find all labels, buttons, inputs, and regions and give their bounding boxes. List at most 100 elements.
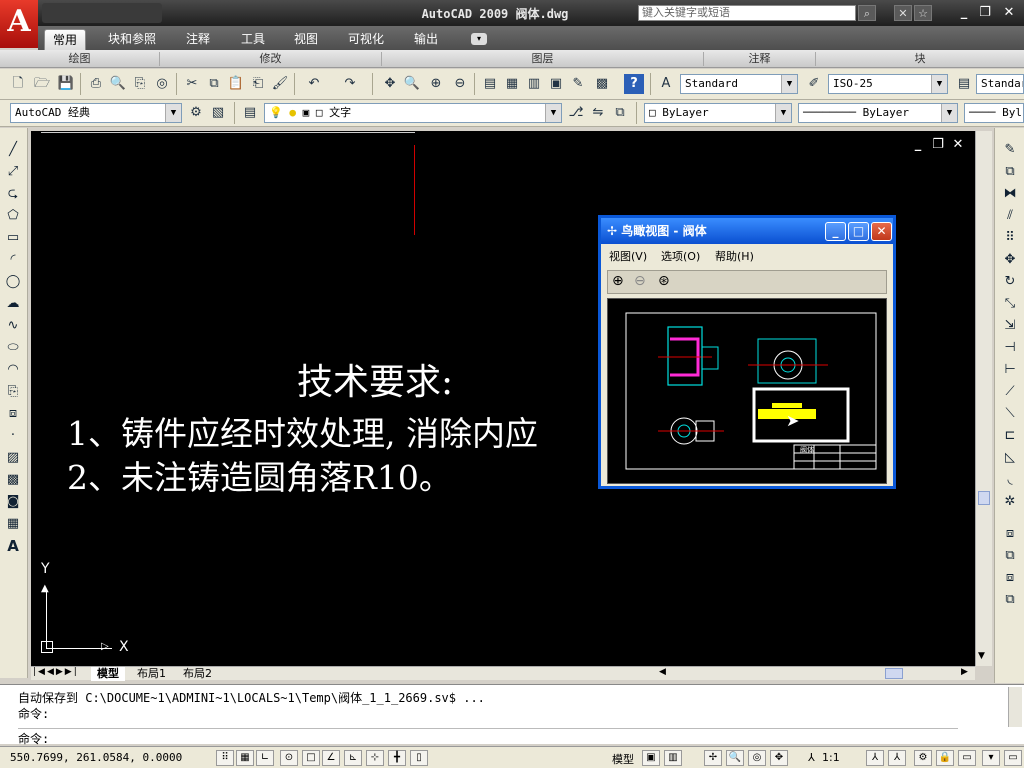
table-style-icon[interactable]: ▤ [954, 74, 974, 94]
fullscreen-icon[interactable]: ▭ [1004, 750, 1022, 766]
pan-icon[interactable]: ✥ [770, 750, 788, 766]
multiline-text-icon[interactable]: A [3, 536, 23, 556]
scroll-down-icon[interactable]: ▼ [978, 651, 985, 661]
offset-icon[interactable]: ⫽ [1000, 206, 1020, 226]
horizontal-scrollbar[interactable]: ◀ ▶ [655, 666, 975, 680]
steering-wheel-icon[interactable]: ✢ [704, 750, 722, 766]
zoom-realtime-icon[interactable]: 🔍 [402, 74, 422, 94]
panel-layers[interactable]: 图层 [382, 52, 704, 66]
scale-icon[interactable]: ⤡ [1000, 294, 1020, 314]
tab-layout1[interactable]: 布局1 [131, 667, 172, 681]
point-icon[interactable]: · [3, 426, 23, 446]
panel-annotation[interactable]: 注释 [704, 52, 816, 66]
color-select[interactable]: □ ByLayer ▼ [644, 103, 792, 123]
properties-icon[interactable]: ▤ [480, 74, 500, 94]
snap-mode-icon[interactable]: ⠿ [216, 750, 234, 766]
explode-icon[interactable]: ✲ [1000, 492, 1020, 512]
annotation-scale[interactable]: 1:1 [822, 751, 840, 764]
requirement-line-1[interactable]: 1、铸件应经时效处理, 消除内应 [67, 407, 538, 455]
markup-icon[interactable]: ✎ [568, 74, 588, 94]
tab-blocks-references[interactable]: 块和参照 [100, 29, 164, 50]
make-layer-current-icon[interactable]: ⎇ [566, 103, 586, 123]
send-to-back-icon[interactable]: ⧈ [1000, 568, 1020, 588]
move-icon[interactable]: ✥ [1000, 250, 1020, 270]
restore-button[interactable]: ❐ [976, 5, 994, 21]
copy-icon[interactable]: ⧉ [204, 74, 224, 94]
quick-access-toolbar[interactable] [42, 3, 162, 23]
zoom-previous-icon[interactable]: ⊖ [450, 74, 470, 94]
minimize-button[interactable]: _ [955, 5, 973, 21]
tab-layout2[interactable]: 布局2 [177, 667, 218, 681]
workspace-select[interactable]: AutoCAD 经典 ▼ [10, 103, 182, 123]
horizontal-scroll-thumb[interactable] [885, 668, 903, 679]
region-icon[interactable]: ◙ [3, 492, 23, 512]
panel-block[interactable]: 块 [816, 52, 1024, 66]
open-file-icon[interactable]: 🗁 [32, 74, 52, 94]
copy-with-basepoint-icon[interactable]: ⎗ [248, 74, 268, 94]
break-at-point-icon[interactable]: ⟋ [1000, 382, 1020, 402]
app-menu-button[interactable]: A [0, 0, 38, 48]
print-preview-icon[interactable]: 🔍 [108, 74, 128, 94]
spline-icon[interactable]: ∿ [3, 316, 23, 336]
publish-icon[interactable]: ⎘ [130, 74, 150, 94]
quick-properties-icon[interactable]: ▯ [410, 750, 428, 766]
zoom-in-icon[interactable]: ⊕ [612, 273, 624, 289]
redo-icon[interactable]: ↷ [340, 74, 360, 94]
menu-options[interactable]: 选项(O) [661, 248, 700, 264]
new-file-icon[interactable]: 🗋 [8, 74, 28, 94]
command-scrollbar[interactable] [1008, 687, 1022, 727]
break-icon[interactable]: ⟍ [1000, 404, 1020, 424]
linetype-select[interactable]: ──────── ByLayer ▼ [798, 103, 958, 123]
scroll-left-icon[interactable]: ◀ [659, 667, 666, 677]
close-button[interactable]: ✕ [1000, 5, 1018, 21]
text-style-icon[interactable]: A [656, 74, 676, 94]
ellipse-icon[interactable]: ⬭ [3, 338, 23, 358]
gradient-icon[interactable]: ▩ [3, 470, 23, 490]
technical-requirements-heading[interactable]: 技术要求: [297, 353, 453, 405]
save-icon[interactable]: 💾 [56, 74, 76, 94]
join-icon[interactable]: ⊏ [1000, 426, 1020, 446]
workspace-save-icon[interactable]: ▧ [208, 103, 228, 123]
ellipse-arc-icon[interactable]: ◠ [3, 360, 23, 380]
arc-icon[interactable]: ◜ [3, 250, 23, 270]
dynamic-ucs-icon[interactable]: ⊾ [344, 750, 362, 766]
search-icon[interactable]: ⌕ [858, 5, 876, 21]
drawing-quick-view-icon[interactable]: ▥ [664, 750, 682, 766]
ortho-mode-icon[interactable]: ∟ [256, 750, 274, 766]
tab-output[interactable]: 输出 [406, 29, 446, 50]
subscription-icon[interactable]: ✕ [894, 5, 912, 21]
insert-block-icon[interactable]: ⎘ [3, 382, 23, 402]
panel-draw[interactable]: 绘图 [0, 52, 160, 66]
layer-manager-icon[interactable]: ▤ [240, 103, 260, 123]
polygon-icon[interactable]: ⬠ [3, 206, 23, 226]
help-icon[interactable]: ? [624, 74, 644, 94]
pan-icon[interactable]: ✥ [380, 74, 400, 94]
zoom-out-icon[interactable]: ⊖ [634, 273, 646, 289]
aerial-view-canvas[interactable]: 阀体 ➤ [607, 298, 887, 484]
erase-icon[interactable]: ✎ [1000, 140, 1020, 160]
bring-above-icon[interactable]: ⧉ [1000, 590, 1020, 610]
model-space-label[interactable]: 模型 [612, 751, 634, 767]
menu-help[interactable]: 帮助(H) [715, 248, 754, 264]
annotation-visibility-icon[interactable]: ⅄ [866, 750, 884, 766]
table-icon[interactable]: ▦ [3, 514, 23, 534]
sheet-set-icon[interactable]: ▣ [546, 74, 566, 94]
showmotion-icon[interactable]: ◎ [748, 750, 766, 766]
revision-cloud-icon[interactable]: ☁ [3, 294, 23, 314]
chamfer-icon[interactable]: ◺ [1000, 448, 1020, 468]
object-snap-icon[interactable]: □ [302, 750, 320, 766]
stretch-icon[interactable]: ⇲ [1000, 316, 1020, 336]
bring-to-front-icon[interactable]: ⧉ [1000, 546, 1020, 566]
command-line[interactable]: 自动保存到 C:\DOCUME~1\ADMINI~1\LOCALS~1\Temp… [0, 684, 1024, 746]
mirror-icon[interactable]: ⧓ [1000, 184, 1020, 204]
search-input[interactable]: 键入关键字或短语 [638, 5, 856, 21]
cut-icon[interactable]: ✂ [182, 74, 202, 94]
clean-screen-icon[interactable]: ▭ [958, 750, 976, 766]
dimension-style-select[interactable]: ISO-25 ▼ [828, 74, 948, 94]
grid-display-icon[interactable]: ▦ [236, 750, 254, 766]
text-style-select[interactable]: Standard ▼ [680, 74, 798, 94]
make-block-icon[interactable]: ⧈ [3, 404, 23, 424]
calculator-icon[interactable]: ▩ [592, 74, 612, 94]
trim-icon[interactable]: ⊣ [1000, 338, 1020, 358]
zoom-window-icon[interactable]: ⊕ [426, 74, 446, 94]
